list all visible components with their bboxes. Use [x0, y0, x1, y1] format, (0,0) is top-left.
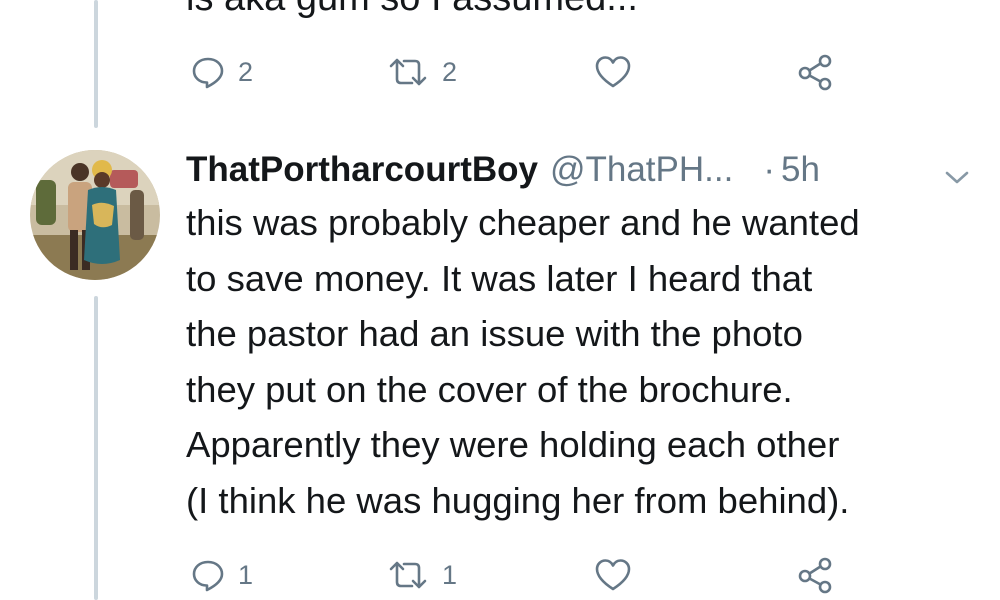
reply-button[interactable]: 2 [190, 52, 253, 92]
avatar-photo [30, 150, 160, 280]
thread-line-bottom [94, 296, 98, 600]
tweet-text-line: Apparently they were holding each other [186, 424, 840, 465]
share-button[interactable] [796, 555, 834, 595]
tweet-text: this was probably cheaper and he wanted … [186, 195, 986, 528]
reply-count: 2 [238, 56, 254, 87]
tweet-header: ThatPortharcourtBoy @ThatPH... · 5h [186, 145, 976, 195]
tweet-text-line: this was probably cheaper and he wanted [186, 202, 860, 243]
tweet-actions: 1 1 [190, 555, 850, 595]
retweet-icon [389, 58, 427, 86]
reply-button[interactable]: 1 [190, 555, 253, 595]
previous-tweet-text: is aka gum so I assumed... [186, 0, 638, 22]
tweet-text-line: (I think he was hugging her from behind)… [186, 479, 850, 521]
retweet-count: 1 [442, 559, 458, 590]
tweet-text-line: to save money. It was later I heard that [186, 257, 813, 299]
retweet-icon [389, 561, 427, 589]
share-button[interactable] [796, 52, 834, 92]
tweet-text-line: they put on the cover of the brochure. [186, 368, 793, 410]
separator-dot: · [763, 150, 775, 189]
previous-tweet-actions: 2 2 [190, 52, 850, 92]
retweet-button[interactable]: 1 [386, 555, 457, 595]
display-name[interactable]: ThatPortharcourtBoy [186, 150, 538, 190]
reply-icon [192, 560, 224, 592]
avatar[interactable] [30, 150, 160, 280]
like-button[interactable] [594, 555, 632, 595]
heart-icon [595, 56, 631, 88]
reply-count: 1 [238, 559, 254, 590]
chevron-down-icon [945, 171, 969, 184]
tweet-menu-button[interactable] [944, 157, 970, 197]
share-icon [798, 557, 832, 594]
retweet-button[interactable]: 2 [386, 52, 457, 92]
tweet-text-line: the pastor had an issue with the photo [186, 313, 803, 354]
timestamp[interactable]: 5h [781, 150, 820, 190]
share-icon [798, 54, 832, 91]
heart-icon [595, 559, 631, 591]
reply-icon [192, 57, 224, 89]
like-button[interactable] [594, 52, 632, 92]
thread-line-top [94, 0, 98, 128]
retweet-count: 2 [442, 56, 458, 87]
user-handle[interactable]: @ThatPH... [550, 150, 733, 190]
